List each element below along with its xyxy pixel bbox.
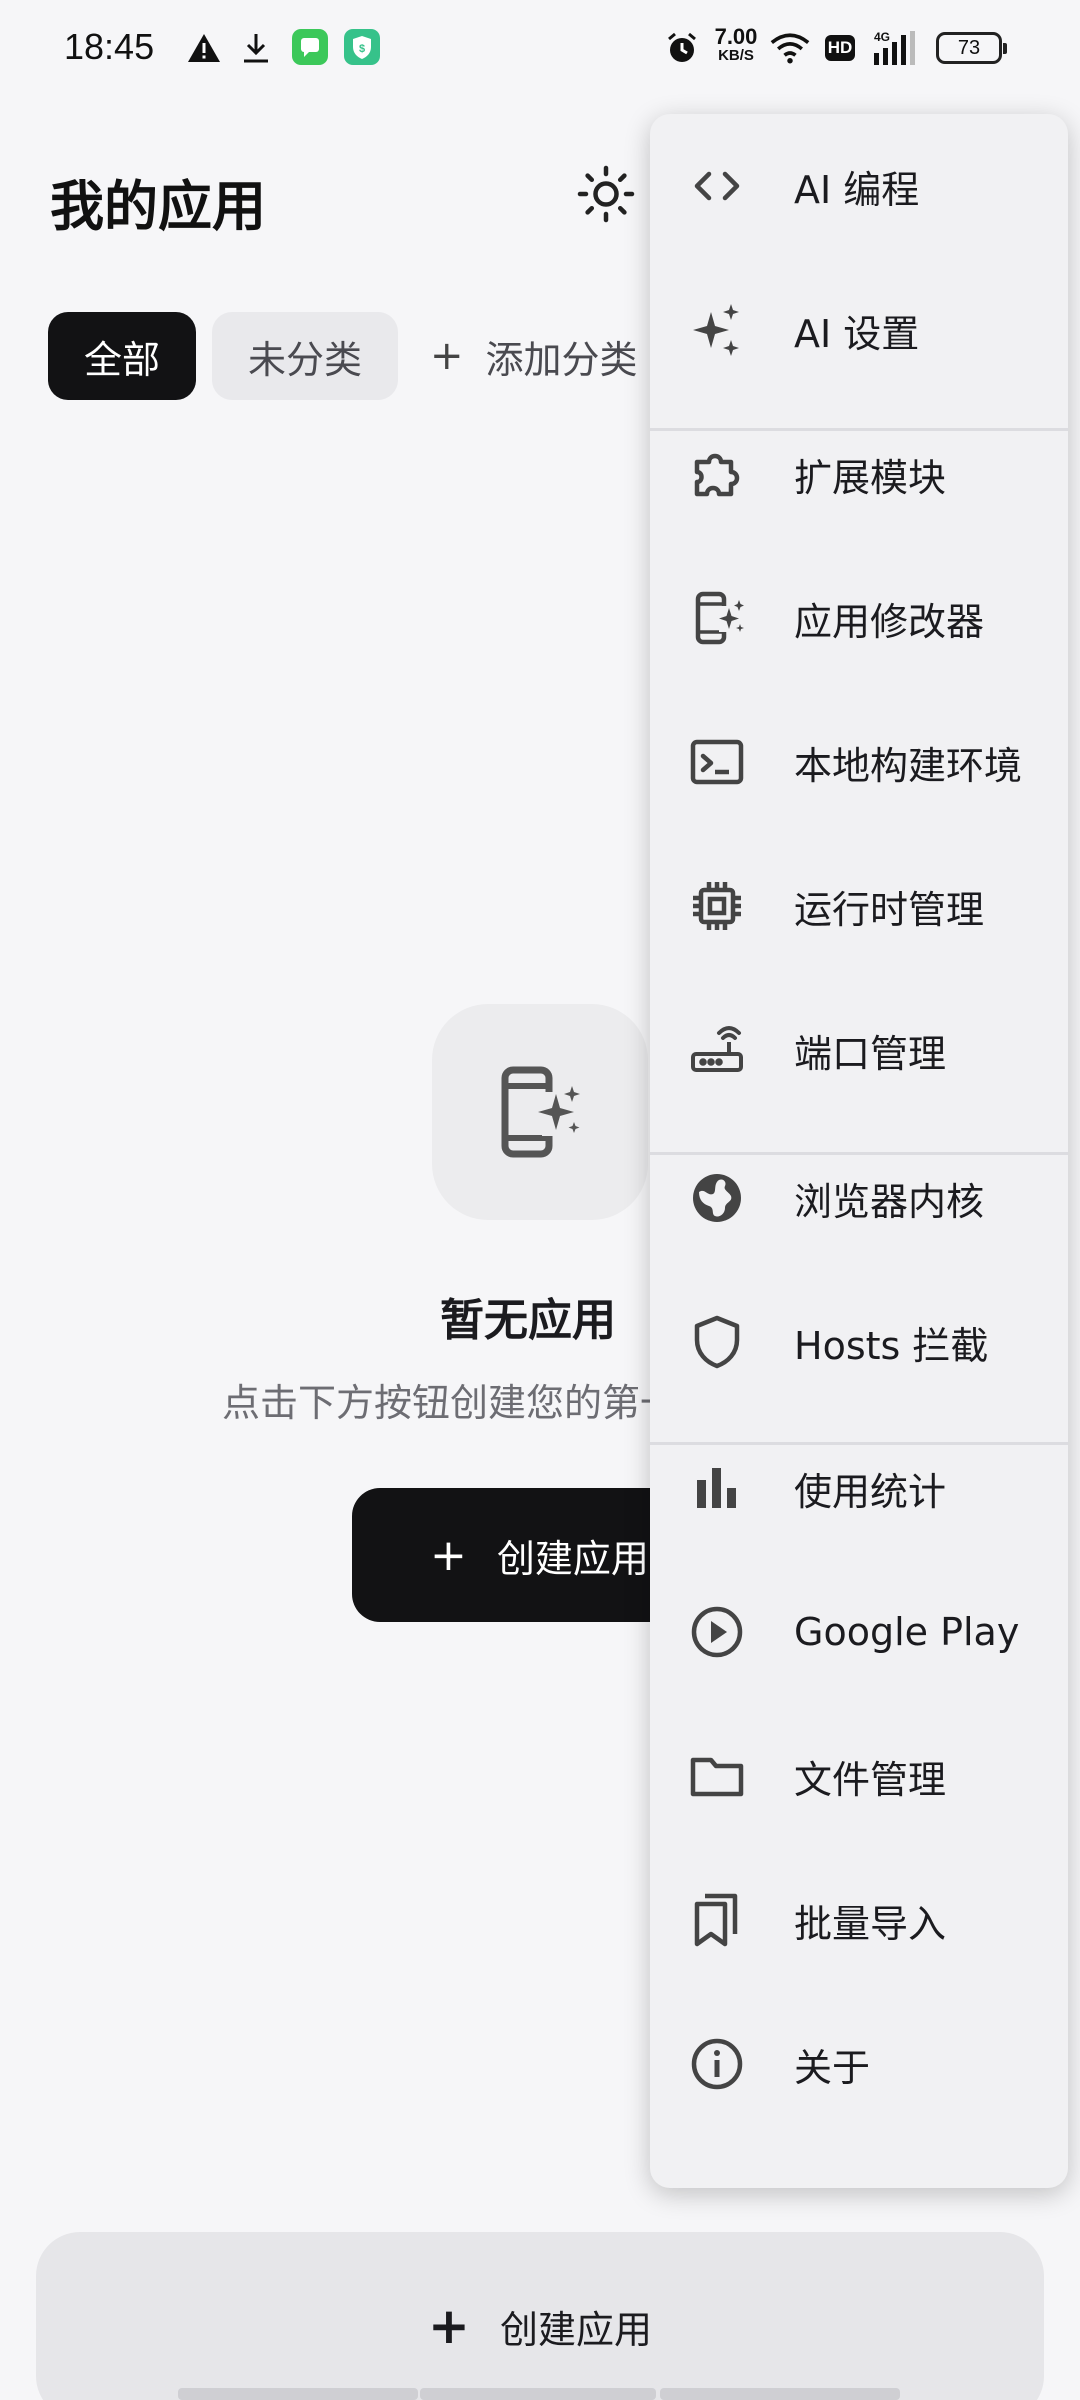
folder-icon <box>688 1747 746 1805</box>
menu-item-label: AI 编程 <box>794 167 920 212</box>
wifi-icon <box>770 28 810 68</box>
theme-toggle-button[interactable] <box>568 156 644 232</box>
nav-indicator-segment <box>178 2388 418 2400</box>
signal-icon: 4G <box>870 28 918 68</box>
menu-item-ai-coding[interactable]: AI 编程 <box>650 114 1068 258</box>
menu-item-label: Hosts 拦截 <box>794 1323 989 1368</box>
empty-state-icon-container <box>432 1004 648 1220</box>
terminal-icon <box>688 733 746 791</box>
code-icon <box>688 157 746 215</box>
menu-item-file-management[interactable]: 文件管理 <box>650 1704 1068 1848</box>
bookmarks-icon <box>688 1891 746 1949</box>
svg-text:$: $ <box>359 43 365 55</box>
add-category-label: 添加分类 <box>485 337 638 382</box>
plus-icon: + <box>430 1529 467 1581</box>
empty-state-title: 暂无应用 <box>440 1295 616 1346</box>
menu-item-app-modifier[interactable]: 应用修改器 <box>650 546 1068 690</box>
plus-icon: + <box>430 333 464 379</box>
app-sparkle-icon <box>498 1064 582 1160</box>
app-sparkle-icon <box>688 589 746 647</box>
alarm-icon <box>662 28 702 68</box>
overflow-menu: AI 编程 AI 设置 扩展模块 应用修改器 本地构建环境 运行时管理 端口管理… <box>650 114 1068 2188</box>
menu-item-google-play[interactable]: Google Play <box>650 1560 1068 1704</box>
category-tabs: 全部 未分类 + 添加分类 <box>48 312 690 400</box>
menu-item-runtime-management[interactable]: 运行时管理 <box>650 834 1068 978</box>
menu-item-extension-modules[interactable]: 扩展模块 <box>650 402 1068 546</box>
menu-item-label: Google Play <box>794 1610 1020 1654</box>
shield-app-icon: $ <box>344 29 380 65</box>
status-time: 18:45 <box>64 26 155 67</box>
menu-item-label: 关于 <box>794 2045 871 2090</box>
category-chip-uncategorized[interactable]: 未分类 <box>212 312 399 400</box>
menu-item-hosts-blocking[interactable]: Hosts 拦截 <box>650 1270 1068 1414</box>
menu-item-usage-stats[interactable]: 使用统计 <box>650 1416 1068 1560</box>
bottom-create-app-button[interactable]: + 创建应用 <box>36 2232 1044 2400</box>
nav-indicator-segment <box>660 2388 900 2400</box>
plus-icon: + <box>428 2297 470 2355</box>
menu-item-label: 运行时管理 <box>794 887 985 932</box>
category-chip-all[interactable]: 全部 <box>48 312 197 400</box>
info-icon <box>688 2035 746 2093</box>
page-title: 我的应用 <box>50 175 266 238</box>
hd-icon: HD <box>822 28 858 68</box>
menu-item-label: 扩展模块 <box>794 455 947 500</box>
sparkles-icon <box>688 301 746 359</box>
menu-item-browser-kernel[interactable]: 浏览器内核 <box>650 1126 1068 1270</box>
bar-chart-icon <box>688 1459 746 1517</box>
menu-item-ai-settings[interactable]: AI 设置 <box>650 258 1068 402</box>
puzzle-icon <box>688 445 746 503</box>
chip-icon <box>688 877 746 935</box>
menu-item-local-build-env[interactable]: 本地构建环境 <box>650 690 1068 834</box>
globe-icon <box>688 1169 746 1227</box>
sun-icon <box>576 164 636 224</box>
bottom-create-app-label: 创建应用 <box>499 2307 652 2352</box>
menu-item-label: AI 设置 <box>794 311 920 356</box>
create-app-label: 创建应用 <box>496 1536 649 1581</box>
menu-item-label: 本地构建环境 <box>794 743 1023 788</box>
warning-icon <box>184 28 224 68</box>
download-icon <box>236 28 276 68</box>
menu-item-port-management[interactable]: 端口管理 <box>650 978 1068 1122</box>
messages-app-icon <box>292 29 328 65</box>
add-category-button[interactable]: + 添加分类 <box>414 312 674 400</box>
menu-item-label: 端口管理 <box>794 1031 947 1076</box>
battery-icon: 73 <box>936 32 1007 64</box>
network-type-label: 4G <box>874 30 890 44</box>
menu-item-about[interactable]: 关于 <box>650 1992 1068 2136</box>
network-speed: 7.00 KB/S <box>714 24 758 64</box>
menu-item-label: 浏览器内核 <box>794 1179 985 1224</box>
menu-item-label: 使用统计 <box>794 1469 947 1514</box>
menu-item-label: 文件管理 <box>794 1757 947 1802</box>
battery-level: 73 <box>957 36 981 59</box>
shield-icon <box>688 1313 746 1371</box>
menu-item-label: 应用修改器 <box>794 599 985 644</box>
menu-item-label: 批量导入 <box>794 1901 947 1946</box>
play-circle-icon <box>688 1603 746 1661</box>
status-bar: 18:45 $ 7.00 KB/S HD 4G 73 <box>0 0 1080 96</box>
menu-item-batch-import[interactable]: 批量导入 <box>650 1848 1068 1992</box>
router-icon <box>688 1021 746 1079</box>
nav-indicator-segment <box>420 2388 656 2400</box>
